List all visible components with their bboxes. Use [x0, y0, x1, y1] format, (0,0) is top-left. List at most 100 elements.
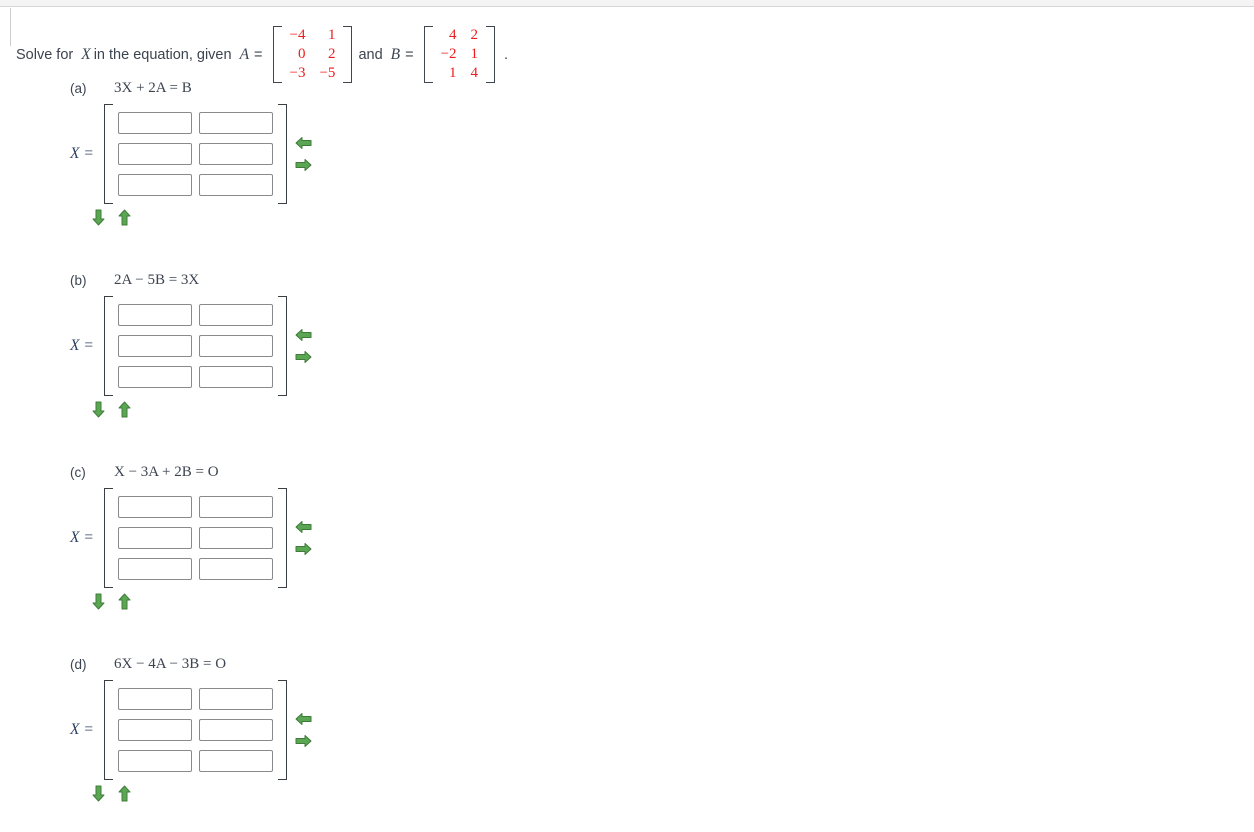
answer-cell-input[interactable]	[118, 366, 192, 388]
part-equation: 2A − 5B = 3X	[114, 272, 200, 288]
matrix-b: 4 2 −2 1 1 4	[423, 26, 496, 83]
matrix-a-table: −4 1 0 2 −3 −5	[283, 26, 343, 83]
arrow-down-icon[interactable]	[90, 401, 107, 418]
answer-cell-input[interactable]	[118, 304, 192, 326]
matrix-b-row: −2 1	[434, 45, 485, 64]
answer-cell-input[interactable]	[118, 688, 192, 710]
answer-cell-input[interactable]	[118, 527, 192, 549]
answer-cell-input[interactable]	[199, 174, 273, 196]
arrow-left-icon[interactable]	[295, 328, 312, 343]
matrix-b-table: 4 2 −2 1 1 4	[434, 26, 485, 83]
arrow-right-icon[interactable]	[295, 542, 312, 557]
answer-cell-input[interactable]	[199, 304, 273, 326]
arrow-left-icon[interactable]	[295, 712, 312, 727]
arrow-up-icon[interactable]	[116, 209, 133, 226]
matrix-b-label: B	[390, 45, 401, 63]
problem-part: (a) 3X + 2A = B X =	[0, 76, 1254, 256]
answer-cell-input[interactable]	[199, 750, 273, 772]
matrix-b-equals: =	[405, 46, 414, 63]
statement-variable: X	[81, 45, 91, 63]
answer-cell-input[interactable]	[199, 688, 273, 710]
answer-cell-input[interactable]	[199, 112, 273, 134]
column-controls	[295, 136, 312, 173]
matrix-b-bracket-left	[423, 26, 433, 83]
matrix-a-equals: =	[254, 46, 263, 63]
matrix-b-cell: −2	[440, 46, 457, 62]
column-controls	[295, 328, 312, 365]
matrix-a-cell: 0	[297, 46, 306, 62]
top-chrome-bar	[0, 0, 1254, 7]
column-controls	[295, 712, 312, 749]
part-label: (d)	[70, 657, 87, 672]
column-controls	[295, 520, 312, 557]
answer-cell-input[interactable]	[199, 527, 273, 549]
answer-cell-input[interactable]	[118, 112, 192, 134]
arrow-up-icon[interactable]	[116, 401, 133, 418]
problem-part: (d) 6X − 4A − 3B = O X =	[0, 652, 1254, 832]
arrow-right-icon[interactable]	[295, 350, 312, 365]
answer-bracket-right	[278, 104, 287, 204]
answer-cell-input[interactable]	[118, 558, 192, 580]
arrow-down-icon[interactable]	[90, 785, 107, 802]
answer-cell-input[interactable]	[199, 143, 273, 165]
statement-mid: in the equation, given	[93, 46, 232, 63]
arrow-left-icon[interactable]	[295, 136, 312, 151]
answer-cell-grid	[113, 296, 278, 396]
statement-prefix: Solve for	[16, 46, 74, 63]
answer-cell-grid	[113, 488, 278, 588]
answer-cell-input[interactable]	[199, 496, 273, 518]
problem-part: (c) X − 3A + 2B = O X =	[0, 460, 1254, 640]
answer-matrix-widget: X =	[70, 296, 312, 396]
answer-matrix-widget: X =	[70, 488, 312, 588]
matrix-b-cell: 4	[449, 27, 457, 43]
answer-cell-input[interactable]	[199, 719, 273, 741]
part-equation: 6X − 4A − 3B = O	[114, 656, 227, 672]
arrow-left-icon[interactable]	[295, 520, 312, 535]
matrix-b-bracket-right	[486, 26, 496, 83]
matrix-b-row: 42	[434, 26, 485, 45]
row-controls	[90, 209, 133, 226]
matrix-a-bracket-left	[272, 26, 282, 83]
arrow-down-icon[interactable]	[90, 593, 107, 610]
arrow-down-icon[interactable]	[90, 209, 107, 226]
answer-cell-input[interactable]	[199, 335, 273, 357]
matrix-a-label: A	[239, 45, 250, 63]
problem-part: (b) 2A − 5B = 3X X =	[0, 268, 1254, 448]
answer-cell-grid	[113, 680, 278, 780]
answer-cell-input[interactable]	[118, 750, 192, 772]
part-label: (c)	[70, 465, 86, 480]
arrow-up-icon[interactable]	[116, 785, 133, 802]
matrix-a: −4 1 0 2 −3 −5	[272, 26, 353, 83]
answer-bracket-left	[104, 104, 113, 204]
answer-cell-input[interactable]	[118, 496, 192, 518]
answer-matrix-widget: X =	[70, 680, 312, 780]
answer-cell-input[interactable]	[118, 335, 192, 357]
arrow-right-icon[interactable]	[295, 158, 312, 173]
answer-bracket-left	[104, 488, 113, 588]
answer-cell-input[interactable]	[199, 558, 273, 580]
answer-matrix-widget: X =	[70, 104, 312, 204]
matrix-a-cell: 2	[327, 46, 336, 62]
answer-cell-input[interactable]	[118, 143, 192, 165]
left-rule	[10, 8, 11, 46]
answer-bracket-left	[104, 296, 113, 396]
matrix-b-cell: 2	[470, 27, 479, 43]
answer-bracket-right	[278, 488, 287, 588]
answer-cell-input[interactable]	[118, 719, 192, 741]
arrow-up-icon[interactable]	[116, 593, 133, 610]
row-controls	[90, 401, 133, 418]
row-controls	[90, 593, 133, 610]
matrix-b-cell: 1	[470, 46, 479, 62]
answer-cell-input[interactable]	[118, 174, 192, 196]
answer-matrix	[104, 680, 312, 780]
answer-cell-grid	[113, 104, 278, 204]
answer-label: X =	[70, 721, 94, 738]
matrix-a-cell: 1	[327, 27, 336, 43]
answer-matrix	[104, 296, 312, 396]
answer-bracket-right	[278, 680, 287, 780]
problem-statement: Solve for X in the equation, given A = −…	[16, 26, 508, 83]
answer-matrix	[104, 104, 312, 204]
arrow-right-icon[interactable]	[295, 734, 312, 749]
answer-cell-input[interactable]	[199, 366, 273, 388]
answer-label: X =	[70, 337, 94, 354]
